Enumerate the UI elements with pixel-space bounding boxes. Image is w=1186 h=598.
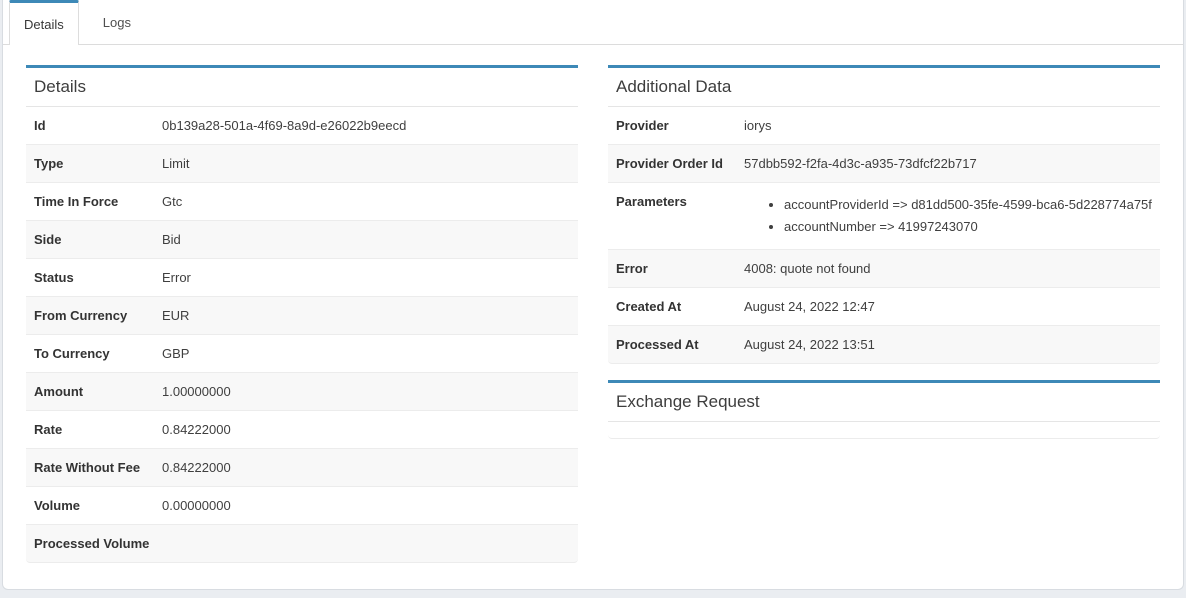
table-row-id: Id 0b139a28-501a-4f69-8a9d-e26022b9eecd — [26, 107, 578, 145]
additional-data-panel: Additional Data Provider iorys Provider … — [608, 65, 1160, 364]
row-label: Time In Force — [26, 183, 154, 220]
table-row-processed-volume: Processed Volume — [26, 525, 578, 563]
row-value: EUR — [154, 297, 578, 334]
row-label: Side — [26, 221, 154, 258]
table-row-status: Status Error — [26, 259, 578, 297]
table-row-rate-without-fee: Rate Without Fee 0.84222000 — [26, 449, 578, 487]
table-row-parameters: Parameters accountProviderId => d81dd500… — [608, 183, 1160, 250]
row-label: Rate Without Fee — [26, 449, 154, 486]
table-row-provider-order-id: Provider Order Id 57dbb592-f2fa-4d3c-a93… — [608, 145, 1160, 183]
row-label: Processed Volume — [26, 525, 154, 562]
row-label: Parameters — [608, 183, 736, 220]
details-panel: Details Id 0b139a28-501a-4f69-8a9d-e2602… — [26, 65, 578, 563]
row-label: From Currency — [26, 297, 154, 334]
parameters-list: accountProviderId => d81dd500-35fe-4599-… — [744, 195, 1152, 237]
tab-details[interactable]: Details — [9, 0, 79, 45]
table-row-created-at: Created At August 24, 2022 12:47 — [608, 288, 1160, 326]
row-value: Gtc — [154, 183, 578, 220]
tab-logs[interactable]: Logs — [79, 0, 155, 44]
table-row-type: Type Limit — [26, 145, 578, 183]
table-row-to-currency: To Currency GBP — [26, 335, 578, 373]
additional-data-panel-title: Additional Data — [608, 68, 1160, 107]
exchange-request-panel-title: Exchange Request — [608, 383, 1160, 422]
row-value: 0.00000000 — [154, 487, 578, 524]
table-row-volume: Volume 0.00000000 — [26, 487, 578, 525]
row-label: Type — [26, 145, 154, 182]
left-column: Details Id 0b139a28-501a-4f69-8a9d-e2602… — [26, 65, 578, 563]
row-value: Bid — [154, 221, 578, 258]
table-row-from-currency: From Currency EUR — [26, 297, 578, 335]
row-value: accountProviderId => d81dd500-35fe-4599-… — [736, 183, 1160, 249]
parameter-item: accountProviderId => d81dd500-35fe-4599-… — [784, 195, 1152, 215]
row-label: Processed At — [608, 326, 736, 363]
row-label: Provider Order Id — [608, 145, 736, 182]
table-row-time-in-force: Time In Force Gtc — [26, 183, 578, 221]
row-label: Created At — [608, 288, 736, 325]
row-label: To Currency — [26, 335, 154, 372]
parameter-item: accountNumber => 41997243070 — [784, 217, 1152, 237]
row-label: Id — [26, 107, 154, 144]
row-value: Error — [154, 259, 578, 296]
row-label: Volume — [26, 487, 154, 524]
row-label: Provider — [608, 107, 736, 144]
row-value: 57dbb592-f2fa-4d3c-a935-73dfcf22b717 — [736, 145, 1160, 182]
table-row-processed-at: Processed At August 24, 2022 13:51 — [608, 326, 1160, 364]
row-value — [154, 525, 578, 545]
row-value: August 24, 2022 13:51 — [736, 326, 1160, 363]
row-value: iorys — [736, 107, 1160, 144]
tab-bar: Details Logs — [3, 0, 1183, 45]
row-value: GBP — [154, 335, 578, 372]
table-row-provider: Provider iorys — [608, 107, 1160, 145]
table-row-error: Error 4008: quote not found — [608, 250, 1160, 288]
details-table: Id 0b139a28-501a-4f69-8a9d-e26022b9eecd … — [26, 107, 578, 563]
exchange-request-empty-body — [608, 422, 1160, 439]
row-value: August 24, 2022 12:47 — [736, 288, 1160, 325]
row-value: Limit — [154, 145, 578, 182]
table-row-amount: Amount 1.00000000 — [26, 373, 578, 411]
row-label: Rate — [26, 411, 154, 448]
row-label: Status — [26, 259, 154, 296]
additional-data-table: Provider iorys Provider Order Id 57dbb59… — [608, 107, 1160, 364]
table-row-side: Side Bid — [26, 221, 578, 259]
table-row-rate: Rate 0.84222000 — [26, 411, 578, 449]
exchange-request-panel: Exchange Request — [608, 380, 1160, 439]
row-value: 0.84222000 — [154, 449, 578, 486]
page-card: Details Logs Details Id 0b139a28-501a-4f… — [2, 0, 1184, 590]
tab-content: Details Id 0b139a28-501a-4f69-8a9d-e2602… — [3, 45, 1183, 563]
details-panel-title: Details — [26, 68, 578, 107]
right-column: Additional Data Provider iorys Provider … — [608, 65, 1160, 563]
row-label: Error — [608, 250, 736, 287]
row-label: Amount — [26, 373, 154, 410]
row-value: 0.84222000 — [154, 411, 578, 448]
row-value: 4008: quote not found — [736, 250, 1160, 287]
row-value: 0b139a28-501a-4f69-8a9d-e26022b9eecd — [154, 107, 578, 144]
row-value: 1.00000000 — [154, 373, 578, 410]
